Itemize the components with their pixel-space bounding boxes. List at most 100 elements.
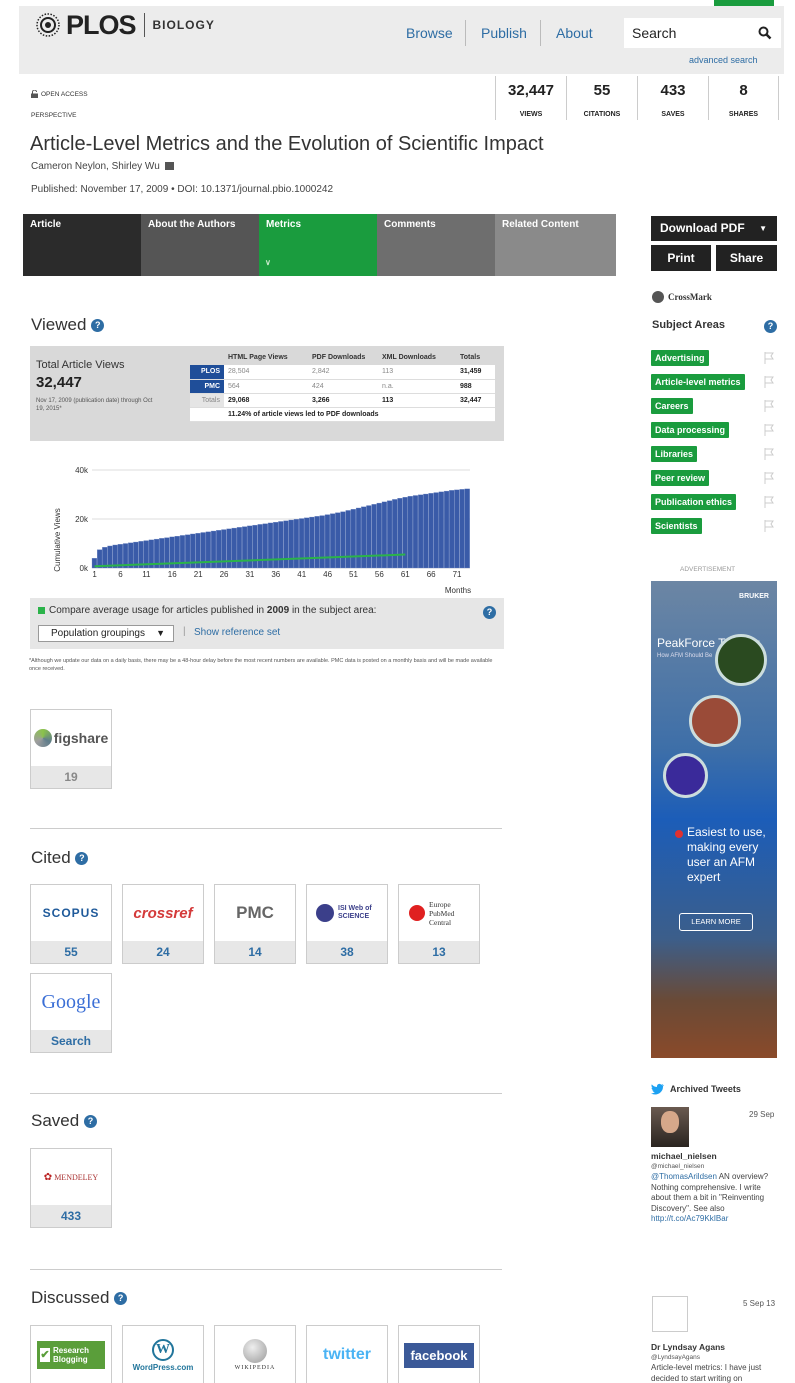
email-icon[interactable] [164,162,174,170]
chart-bar[interactable] [355,507,362,569]
tab-about-authors[interactable]: About the Authors [141,214,259,276]
plos-logo[interactable]: PLOS BIOLOGY [33,10,215,40]
google-scholar-card[interactable]: Google Search [30,973,112,1053]
tab-metrics[interactable]: Metrics ∨ [259,214,377,276]
wikipedia-card[interactable]: WIKIPEDIA [214,1325,296,1383]
chart-bar[interactable] [267,522,274,569]
chart-bar[interactable] [319,515,325,569]
help-icon[interactable]: ? [483,606,496,619]
subject-area-tag[interactable]: Data processing [651,422,730,438]
flag-icon[interactable] [764,520,774,532]
figshare-card[interactable]: figshare 19 [30,709,112,789]
subject-area-tag[interactable]: Peer review [651,470,710,486]
caret-down-icon[interactable]: ▼ [759,216,767,241]
authors-list[interactable]: Cameron Neylon, Shirley Wu [31,161,160,172]
download-pdf-button[interactable]: Download PDF ▼ [651,216,777,241]
chart-bar[interactable] [324,514,331,569]
subject-area-tag[interactable]: Libraries [651,446,698,462]
tab-article[interactable]: Article [23,214,141,276]
help-icon[interactable]: ? [114,1292,128,1305]
crossref-card[interactable]: crossref 24 [122,884,204,964]
chart-bar[interactable] [366,505,372,569]
chart-bar[interactable] [392,499,398,569]
chart-bar[interactable] [273,522,279,569]
chart-bar[interactable] [423,493,429,569]
help-icon[interactable]: ? [764,320,777,333]
help-icon[interactable]: ? [83,1115,97,1128]
pmc-card[interactable]: PMC 14 [214,884,296,964]
tweet-author-handle[interactable]: @michael_nielsen [651,1163,704,1170]
chart-bar[interactable] [262,523,268,569]
chart-bar[interactable] [387,500,393,569]
ad-learn-more-button[interactable]: LEARN MORE [679,913,753,931]
reference-legend-swatch[interactable] [38,607,45,614]
chart-bar[interactable] [350,509,356,569]
chart-bar[interactable] [412,495,419,569]
chart-bar[interactable] [309,516,315,569]
wordpress-card[interactable]: W WordPress.com [122,1325,204,1383]
show-reference-set-link[interactable]: Show reference set [194,627,280,638]
chart-bar[interactable] [314,516,320,569]
metric-views[interactable]: 32,447 VIEWS [495,76,566,120]
chart-bar[interactable] [438,491,444,569]
tab-comments[interactable]: Comments [377,214,495,276]
chart-bar[interactable] [340,511,346,569]
europe-pmc-card[interactable]: Europe PubMed Central 13 [398,884,480,964]
chart-bar[interactable] [298,518,305,569]
chart-bar[interactable] [304,517,310,569]
chart-bar[interactable] [428,493,434,569]
nav-browse[interactable]: Browse [406,20,453,46]
nav-about[interactable]: About [556,20,593,46]
tweet-author-name[interactable]: michael_nielsen [651,1151,717,1161]
print-button[interactable]: Print [651,245,711,271]
tweet-link[interactable]: http://t.co/Ac79KkIBar [651,1214,728,1223]
subject-area-tag[interactable]: Advertising [651,350,709,366]
avatar[interactable] [651,1107,689,1147]
chart-bar[interactable] [288,519,294,569]
tab-related-content[interactable]: Related Content [495,214,616,276]
chart-bar[interactable] [371,504,377,569]
advanced-search-link[interactable]: advanced search [689,55,758,65]
flag-icon[interactable] [764,448,774,460]
flag-icon[interactable] [764,424,774,436]
scopus-card[interactable]: SCOPUS 55 [30,884,112,964]
flag-icon[interactable] [764,400,774,412]
chart-bar[interactable] [418,494,424,569]
chart-bar[interactable] [335,512,341,569]
web-of-science-card[interactable]: ISI Web of SCIENCE 38 [306,884,388,964]
subject-area-tag[interactable]: Article-level metrics [651,374,745,390]
chart-bar[interactable] [330,513,336,569]
broken-avatar-image[interactable] [652,1296,688,1332]
chart-bar[interactable] [247,525,253,569]
chart-bar[interactable] [407,496,413,569]
help-icon[interactable]: ? [91,319,105,332]
chart-bar[interactable] [278,521,284,569]
tweet-author-handle[interactable]: @LyndsayAgans [651,1354,700,1361]
chart-bar[interactable] [257,524,263,569]
chart-bar[interactable] [443,490,450,569]
advertisement-banner[interactable]: BRUKER PeakForce Tapping How AFM Should … [651,581,777,1058]
research-blogging-card[interactable]: ✔ Research Blogging [30,1325,112,1383]
chart-bar[interactable] [242,526,248,569]
tweet-author-name[interactable]: Dr Lyndsay Agans [651,1342,725,1352]
chart-bar[interactable] [459,489,465,569]
search-input[interactable]: Search [624,18,781,48]
subject-area-tag[interactable]: Scientists [651,518,702,534]
chart-bar[interactable] [361,506,367,569]
flag-icon[interactable] [764,496,774,508]
twitter-card[interactable]: twitter [306,1325,388,1383]
flag-icon[interactable] [764,352,774,364]
chart-bar[interactable] [293,519,299,569]
chart-bar[interactable] [236,527,243,569]
chart-bar[interactable] [381,501,388,569]
chart-bar[interactable] [454,489,460,569]
chart-bar[interactable] [283,520,289,569]
chart-bar[interactable] [345,510,351,569]
chart-bar[interactable] [376,502,382,569]
chart-bar[interactable] [433,492,439,569]
tweet-mention[interactable]: @ThomasArildsen [651,1172,717,1181]
help-icon[interactable]: ? [75,852,89,865]
search-icon[interactable] [758,26,772,40]
subject-area-tag[interactable]: Publication ethics [651,494,737,510]
flag-icon[interactable] [764,472,774,484]
